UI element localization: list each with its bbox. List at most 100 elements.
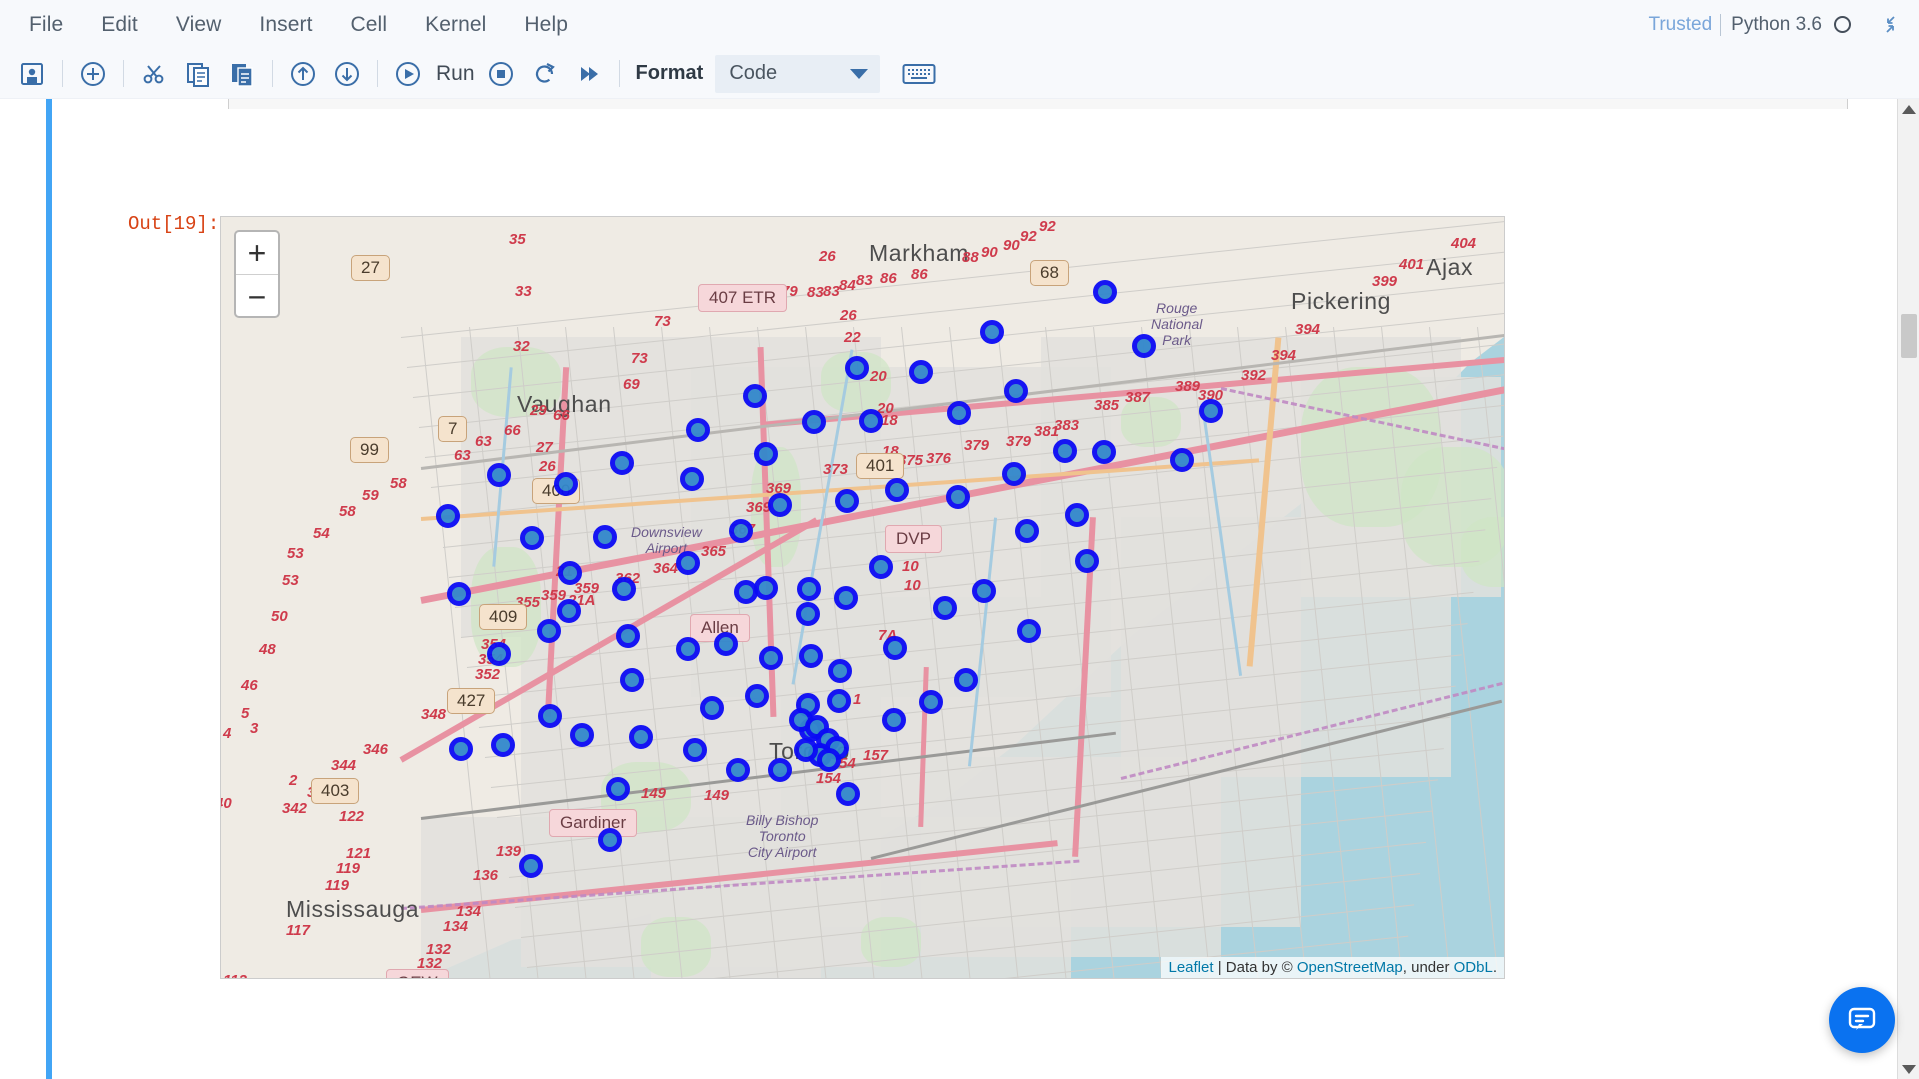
scroll-up-arrow[interactable] xyxy=(1898,99,1919,119)
map-marker[interactable] xyxy=(828,659,852,683)
map-marker[interactable] xyxy=(1199,399,1223,423)
map-marker[interactable] xyxy=(845,356,869,380)
run-icon[interactable] xyxy=(386,52,430,96)
map-marker[interactable] xyxy=(593,525,617,549)
map-marker[interactable] xyxy=(620,668,644,692)
cell-type-select[interactable]: Code xyxy=(715,55,880,93)
map-marker[interactable] xyxy=(946,485,970,509)
map-marker[interactable] xyxy=(768,493,792,517)
map-marker[interactable] xyxy=(714,632,738,656)
openstreetmap-link[interactable]: OpenStreetMap xyxy=(1297,959,1403,976)
map-marker[interactable] xyxy=(754,442,778,466)
map-marker[interactable] xyxy=(799,644,823,668)
map-marker[interactable] xyxy=(972,579,996,603)
map-marker[interactable] xyxy=(610,451,634,475)
copy-icon[interactable] xyxy=(176,52,220,96)
scrollbar-thumb[interactable] xyxy=(1901,314,1917,358)
map-marker[interactable] xyxy=(598,828,622,852)
map-marker[interactable] xyxy=(869,555,893,579)
map-marker[interactable] xyxy=(885,478,909,502)
menu-kernel[interactable]: Kernel xyxy=(406,9,505,41)
keyboard-shortcuts-icon[interactable] xyxy=(896,55,942,93)
scroll-down-arrow[interactable] xyxy=(1898,1059,1919,1079)
leaflet-map[interactable]: MarkhamPickeringAjaxVaughanTorontoMissis… xyxy=(220,216,1505,979)
map-marker[interactable] xyxy=(676,637,700,661)
menu-insert[interactable]: Insert xyxy=(240,9,331,41)
map-marker[interactable] xyxy=(519,854,543,878)
map-marker[interactable] xyxy=(794,738,818,762)
paste-icon[interactable] xyxy=(220,52,264,96)
map-marker[interactable] xyxy=(836,782,860,806)
map-marker[interactable] xyxy=(447,582,471,606)
menu-file[interactable]: File xyxy=(10,9,82,41)
map-marker[interactable] xyxy=(1132,334,1156,358)
map-marker[interactable] xyxy=(557,599,581,623)
map-marker[interactable] xyxy=(933,596,957,620)
map-marker[interactable] xyxy=(449,737,473,761)
vertical-scrollbar[interactable] xyxy=(1897,99,1919,1079)
map-marker[interactable] xyxy=(743,384,767,408)
map-marker[interactable] xyxy=(570,723,594,747)
map-marker[interactable] xyxy=(834,586,858,610)
map-marker[interactable] xyxy=(909,360,933,384)
collapse-expand-icon[interactable] xyxy=(1873,12,1899,38)
kernel-idle-circle-icon[interactable] xyxy=(1834,16,1851,33)
map-zoom-control[interactable]: + − xyxy=(234,230,280,318)
map-marker[interactable] xyxy=(520,526,544,550)
cut-icon[interactable] xyxy=(132,52,176,96)
map-marker[interactable] xyxy=(1002,462,1026,486)
map-marker[interactable] xyxy=(606,777,630,801)
map-marker[interactable] xyxy=(537,619,561,643)
map-marker[interactable] xyxy=(1065,503,1089,527)
map-marker[interactable] xyxy=(1093,280,1117,304)
map-marker[interactable] xyxy=(947,401,971,425)
map-marker[interactable] xyxy=(835,489,859,513)
map-marker[interactable] xyxy=(919,690,943,714)
run-button[interactable]: Run xyxy=(386,52,479,96)
map-marker[interactable] xyxy=(487,642,511,666)
map-marker[interactable] xyxy=(1017,619,1041,643)
odbl-link[interactable]: ODbL xyxy=(1454,959,1493,976)
map-marker[interactable] xyxy=(954,668,978,692)
save-icon[interactable] xyxy=(10,52,54,96)
map-marker[interactable] xyxy=(676,551,700,575)
map-marker[interactable] xyxy=(538,704,562,728)
map-marker[interactable] xyxy=(817,748,841,772)
menu-view[interactable]: View xyxy=(157,9,241,41)
map-marker[interactable] xyxy=(796,602,820,626)
map-marker[interactable] xyxy=(883,636,907,660)
map-marker[interactable] xyxy=(882,708,906,732)
map-marker[interactable] xyxy=(726,758,750,782)
map-marker[interactable] xyxy=(729,519,753,543)
map-marker[interactable] xyxy=(1170,448,1194,472)
map-marker[interactable] xyxy=(745,684,769,708)
map-marker[interactable] xyxy=(759,646,783,670)
map-marker[interactable] xyxy=(680,467,704,491)
restart-kernel-icon[interactable] xyxy=(523,52,567,96)
map-marker[interactable] xyxy=(629,725,653,749)
map-marker[interactable] xyxy=(616,624,640,648)
code-input-area[interactable]: m xyxy=(228,99,1848,109)
map-marker[interactable] xyxy=(491,733,515,757)
stop-icon[interactable] xyxy=(479,52,523,96)
map-marker[interactable] xyxy=(1004,379,1028,403)
map-marker[interactable] xyxy=(487,463,511,487)
chat-widget-button[interactable] xyxy=(1829,987,1895,1053)
map-marker[interactable] xyxy=(980,320,1004,344)
zoom-in-button[interactable]: + xyxy=(236,232,278,275)
map-marker[interactable] xyxy=(683,738,707,762)
map-marker[interactable] xyxy=(768,758,792,782)
map-marker[interactable] xyxy=(802,410,826,434)
map-marker[interactable] xyxy=(436,504,460,528)
move-up-icon[interactable] xyxy=(281,52,325,96)
menu-cell[interactable]: Cell xyxy=(332,9,407,41)
map-marker[interactable] xyxy=(827,689,851,713)
map-marker[interactable] xyxy=(1075,549,1099,573)
menu-help[interactable]: Help xyxy=(505,9,587,41)
map-marker[interactable] xyxy=(1015,519,1039,543)
map-marker[interactable] xyxy=(859,409,883,433)
add-cell-icon[interactable] xyxy=(71,52,115,96)
map-marker[interactable] xyxy=(1092,440,1116,464)
move-down-icon[interactable] xyxy=(325,52,369,96)
restart-run-all-icon[interactable] xyxy=(567,52,611,96)
